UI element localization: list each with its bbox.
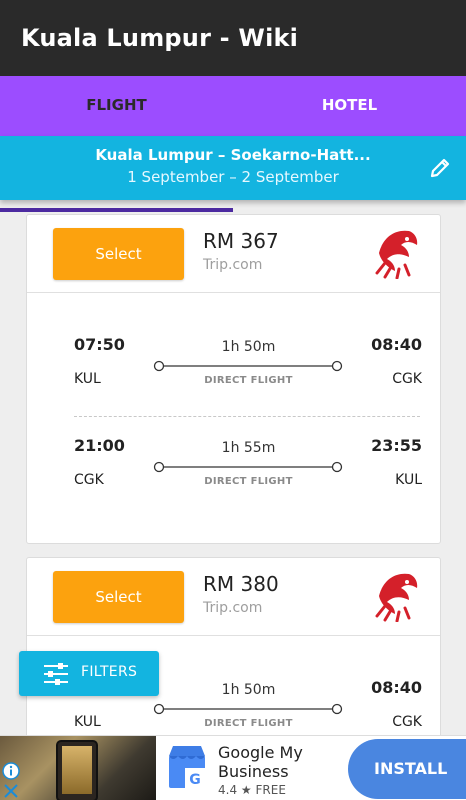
edit-icon[interactable] xyxy=(428,156,452,180)
ad-close-icon[interactable] xyxy=(4,784,18,798)
flight-result-card: Select RM 367 Trip.com 07:50 KUL 1h 50m … xyxy=(26,214,441,544)
star-icon: ★ xyxy=(240,783,252,797)
app-bar: Kuala Lumpur - Wiki xyxy=(0,0,466,76)
install-button[interactable]: INSTALL xyxy=(348,739,466,799)
flight-leg-outbound: 07:50 KUL 1h 50m DIRECT FLIGHT 08:40 CGK xyxy=(27,335,442,405)
filters-button[interactable]: FILTERS xyxy=(19,651,159,696)
tab-hotel[interactable]: HOTEL xyxy=(233,76,466,136)
ad-banner[interactable]: G Google My Business 4.4 ★ FREE INSTALL xyxy=(0,735,466,800)
tab-indicator xyxy=(0,208,233,212)
tab-bar: FLIGHT HOTEL xyxy=(0,76,466,212)
arrival-time: 08:40 xyxy=(371,678,422,697)
select-button[interactable]: Select xyxy=(53,571,184,623)
ad-image xyxy=(0,736,156,800)
arrival-airport: CGK xyxy=(392,371,422,387)
svg-text:G: G xyxy=(189,772,201,788)
arrival-airport: KUL xyxy=(395,472,422,488)
sliders-icon xyxy=(44,663,68,685)
route-text: Kuala Lumpur – Soekarno-Hatt... xyxy=(95,146,371,164)
price: RM 367 xyxy=(203,229,279,253)
flight-leg-return: 21:00 CGK 1h 55m DIRECT FLIGHT 23:55 KUL xyxy=(27,436,442,506)
ad-phone-image xyxy=(56,740,98,800)
leg-divider xyxy=(74,416,420,417)
price: RM 380 xyxy=(203,572,279,596)
search-summary-bar[interactable]: Kuala Lumpur – Soekarno-Hatt... 1 Septem… xyxy=(0,136,466,200)
ad-rating: 4.4 ★ FREE xyxy=(218,783,286,797)
lion-air-logo-icon xyxy=(375,573,418,622)
filters-label: FILTERS xyxy=(81,664,138,680)
google-my-business-icon: G xyxy=(169,746,205,788)
result-header: Select RM 380 Trip.com xyxy=(27,558,440,636)
ad-price: FREE xyxy=(255,783,286,797)
arrival-time: 08:40 xyxy=(371,335,422,354)
provider-name: Trip.com xyxy=(203,600,263,616)
dates-text: 1 September – 2 September xyxy=(127,168,339,186)
ad-rating-value: 4.4 xyxy=(218,783,238,797)
arrival-time: 23:55 xyxy=(371,436,422,455)
ad-info-icon[interactable] xyxy=(2,762,20,780)
select-button[interactable]: Select xyxy=(53,228,184,280)
route-line-icon xyxy=(153,703,343,715)
lion-air-logo-icon xyxy=(375,230,418,279)
tab-flight[interactable]: FLIGHT xyxy=(0,76,233,136)
app-title: Kuala Lumpur - Wiki xyxy=(21,24,299,52)
route-line-icon xyxy=(153,360,343,372)
ad-title: Google My Business xyxy=(218,743,303,781)
result-header: Select RM 367 Trip.com xyxy=(27,215,440,293)
arrival-airport: CGK xyxy=(392,714,422,730)
provider-name: Trip.com xyxy=(203,257,263,273)
route-line-icon xyxy=(153,461,343,473)
